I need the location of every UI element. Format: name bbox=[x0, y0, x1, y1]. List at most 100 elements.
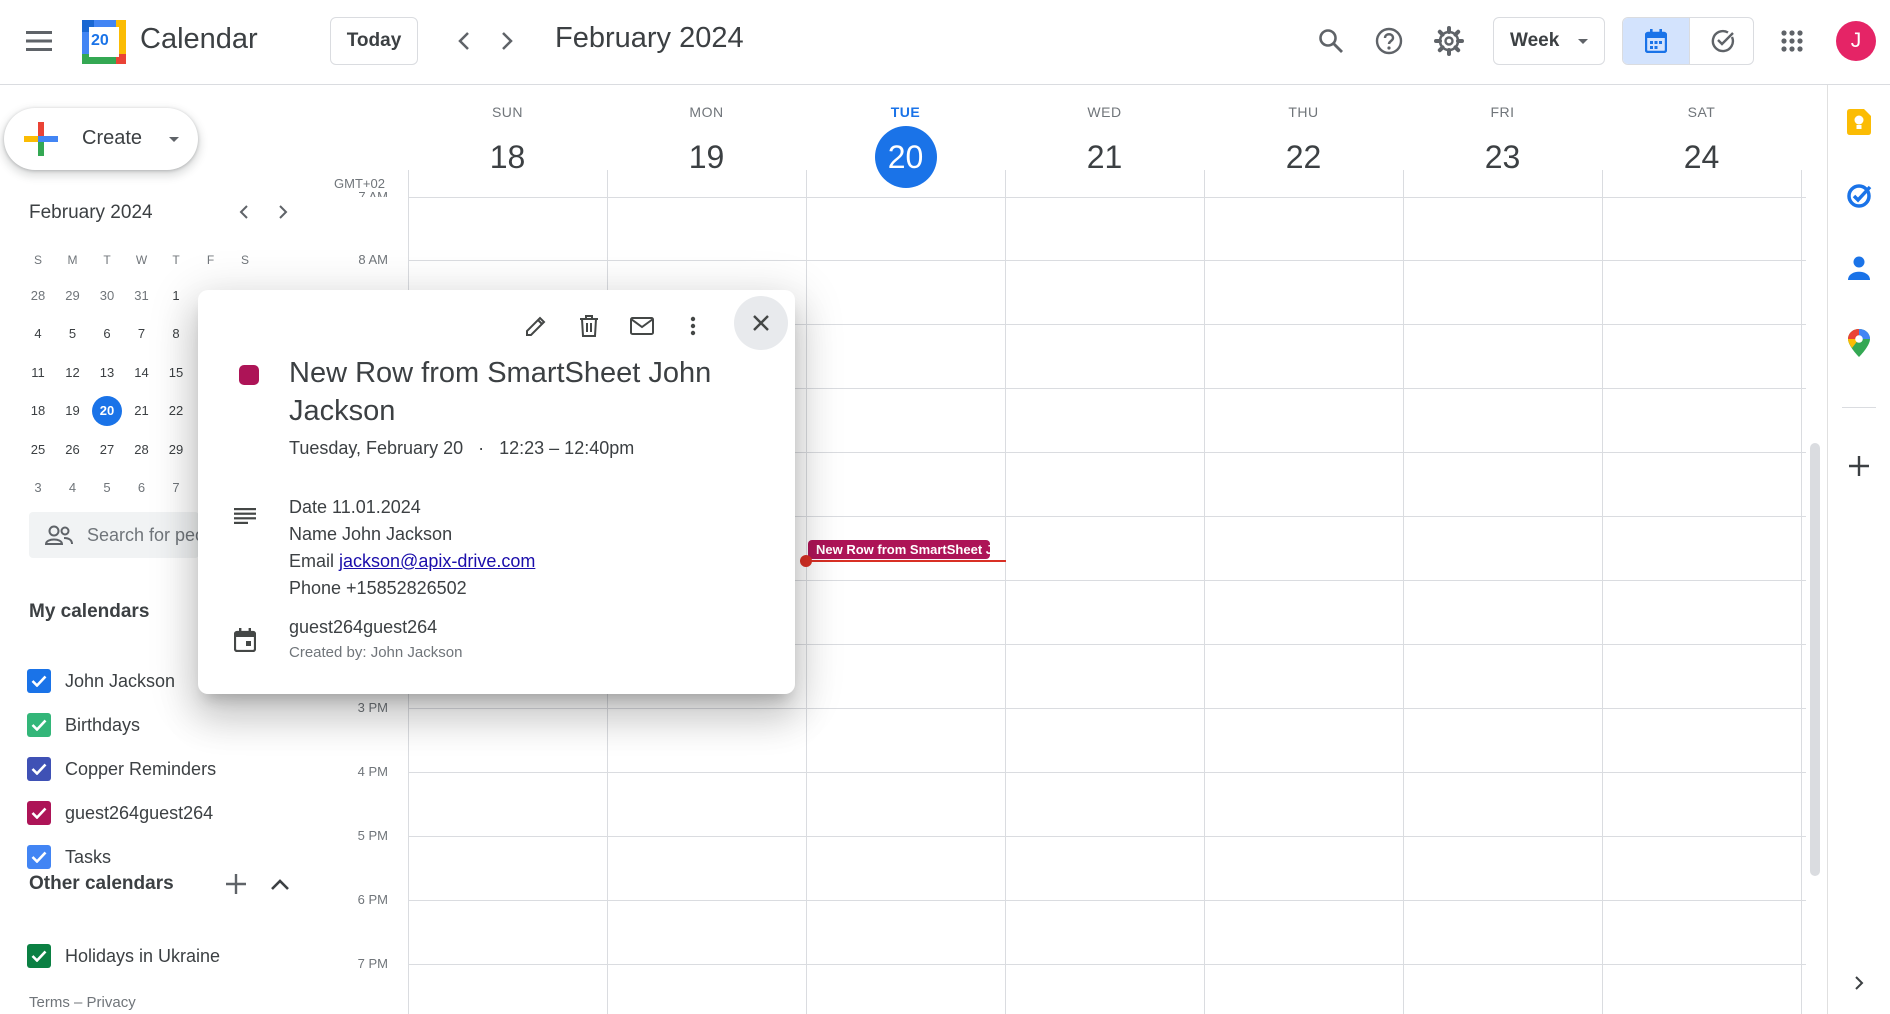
day-number[interactable]: 21 bbox=[1074, 126, 1136, 188]
mini-day[interactable]: 26 bbox=[58, 434, 88, 464]
day-header[interactable]: SAT 24 bbox=[1602, 104, 1801, 188]
support-button[interactable] bbox=[1365, 17, 1413, 65]
day-header[interactable]: SUN 18 bbox=[408, 104, 607, 188]
close-popup-button[interactable] bbox=[734, 296, 788, 350]
mini-day[interactable]: 13 bbox=[92, 357, 122, 387]
other-calendars-title[interactable]: Other calendars bbox=[29, 873, 174, 895]
tasks-button[interactable] bbox=[1844, 181, 1874, 211]
hour-line bbox=[408, 964, 1806, 965]
search-button[interactable] bbox=[1307, 17, 1355, 65]
hide-side-panel-button[interactable] bbox=[1844, 968, 1874, 998]
account-avatar[interactable]: J bbox=[1836, 21, 1876, 61]
mini-day[interactable]: 14 bbox=[127, 357, 157, 387]
collapse-other-calendars-button[interactable] bbox=[256, 860, 304, 908]
app-name[interactable]: Calendar bbox=[140, 23, 258, 56]
calendar-logo[interactable]: 20 bbox=[82, 20, 126, 64]
people-search-input[interactable]: Search for people bbox=[29, 512, 229, 558]
maps-button[interactable] bbox=[1844, 328, 1874, 358]
hour-line bbox=[408, 708, 1806, 709]
google-apps-button[interactable] bbox=[1768, 17, 1816, 65]
mini-day[interactable]: 1 bbox=[161, 280, 191, 310]
view-switcher-dropdown[interactable]: Week bbox=[1493, 17, 1605, 65]
mini-day[interactable]: 12 bbox=[58, 357, 88, 387]
more-options-button[interactable] bbox=[669, 302, 717, 350]
mini-calendar-next-button[interactable] bbox=[269, 198, 297, 226]
calendar-checkbox[interactable] bbox=[27, 669, 51, 693]
day-number[interactable]: 23 bbox=[1472, 126, 1534, 188]
terms-link[interactable]: Terms bbox=[29, 994, 70, 1011]
email-link[interactable]: jackson@apix-drive.com bbox=[339, 551, 535, 571]
day-header[interactable]: FRI 23 bbox=[1403, 104, 1602, 188]
mini-day[interactable]: 20 bbox=[92, 395, 122, 426]
calendar-item[interactable]: Tasks bbox=[27, 842, 111, 872]
get-add-ons-button[interactable] bbox=[1844, 451, 1874, 481]
mini-day[interactable]: 28 bbox=[127, 434, 157, 464]
mini-day[interactable]: 7 bbox=[127, 319, 157, 349]
contacts-button[interactable] bbox=[1844, 253, 1874, 283]
mini-day[interactable]: 29 bbox=[58, 280, 88, 310]
mini-day[interactable]: 18 bbox=[23, 396, 53, 426]
mini-day[interactable]: 3 bbox=[23, 473, 53, 503]
day-number[interactable]: 22 bbox=[1273, 126, 1335, 188]
calendar-checkbox[interactable] bbox=[27, 944, 51, 968]
close-icon bbox=[753, 315, 769, 331]
mini-day[interactable]: 21 bbox=[127, 396, 157, 426]
mini-day[interactable]: 8 bbox=[161, 319, 191, 349]
privacy-link[interactable]: Privacy bbox=[87, 994, 136, 1011]
hour-label: 7 AM bbox=[358, 189, 388, 197]
mini-day[interactable]: 28 bbox=[23, 280, 53, 310]
calendar-checkbox[interactable] bbox=[27, 757, 51, 781]
add-other-calendar-button[interactable] bbox=[212, 860, 260, 908]
day-number[interactable]: 18 bbox=[477, 126, 539, 188]
mini-day[interactable]: 27 bbox=[92, 434, 122, 464]
settings-button[interactable] bbox=[1425, 17, 1473, 65]
delete-event-button[interactable] bbox=[565, 302, 613, 350]
my-calendars-title[interactable]: My calendars bbox=[29, 601, 149, 623]
mini-day[interactable]: 4 bbox=[58, 473, 88, 503]
tasks-view-toggle[interactable] bbox=[1689, 18, 1753, 64]
day-header[interactable]: THU 22 bbox=[1204, 104, 1403, 188]
mini-calendar-prev-button[interactable] bbox=[229, 198, 257, 226]
mini-day[interactable]: 22 bbox=[161, 396, 191, 426]
mini-day[interactable]: 29 bbox=[161, 434, 191, 464]
keep-icon bbox=[1847, 109, 1871, 135]
next-week-button[interactable] bbox=[483, 17, 531, 65]
mini-day[interactable]: 30 bbox=[92, 280, 122, 310]
email-guests-button[interactable] bbox=[618, 302, 666, 350]
create-button[interactable]: Create bbox=[4, 108, 198, 170]
calendar-name: Holidays in Ukraine bbox=[65, 945, 221, 966]
previous-week-button[interactable] bbox=[440, 17, 488, 65]
mini-day[interactable]: 5 bbox=[92, 473, 122, 503]
mini-day[interactable]: 6 bbox=[92, 319, 122, 349]
mini-day[interactable]: 6 bbox=[127, 473, 157, 503]
edit-event-button[interactable] bbox=[512, 302, 560, 350]
mini-day[interactable]: 15 bbox=[161, 357, 191, 387]
mini-day[interactable]: 4 bbox=[23, 319, 53, 349]
grid-scrollbar[interactable] bbox=[1810, 443, 1820, 876]
calendar-checkbox[interactable] bbox=[27, 713, 51, 737]
mini-day[interactable]: 7 bbox=[161, 473, 191, 503]
calendar-view-toggle[interactable] bbox=[1623, 18, 1689, 64]
calendar-item[interactable]: John Jackson bbox=[27, 666, 175, 696]
day-header[interactable]: WED 21 bbox=[1005, 104, 1204, 188]
day-number[interactable]: 19 bbox=[676, 126, 738, 188]
today-button[interactable]: Today bbox=[330, 17, 418, 65]
calendar-checkbox[interactable] bbox=[27, 845, 51, 869]
mini-day[interactable]: 25 bbox=[23, 434, 53, 464]
event-chip[interactable]: New Row from SmartSheet John Jackson bbox=[808, 540, 990, 559]
main-menu-button[interactable] bbox=[15, 17, 63, 65]
day-number[interactable]: 24 bbox=[1671, 126, 1733, 188]
day-header[interactable]: MON 19 bbox=[607, 104, 806, 188]
mini-day[interactable]: 31 bbox=[127, 280, 157, 310]
mini-day[interactable]: 5 bbox=[58, 319, 88, 349]
day-number[interactable]: 20 bbox=[874, 126, 937, 188]
mini-day[interactable]: 19 bbox=[58, 396, 88, 426]
calendar-checkbox[interactable] bbox=[27, 801, 51, 825]
calendar-item[interactable]: guest264guest264 bbox=[27, 798, 213, 828]
mini-day[interactable]: 11 bbox=[23, 357, 53, 387]
keep-button[interactable] bbox=[1844, 107, 1874, 137]
calendar-item[interactable]: Holidays in Ukraine bbox=[27, 941, 220, 971]
calendar-item[interactable]: Birthdays bbox=[27, 710, 140, 740]
day-header[interactable]: TUE 20 bbox=[806, 104, 1005, 188]
calendar-item[interactable]: Copper Reminders bbox=[27, 754, 216, 784]
